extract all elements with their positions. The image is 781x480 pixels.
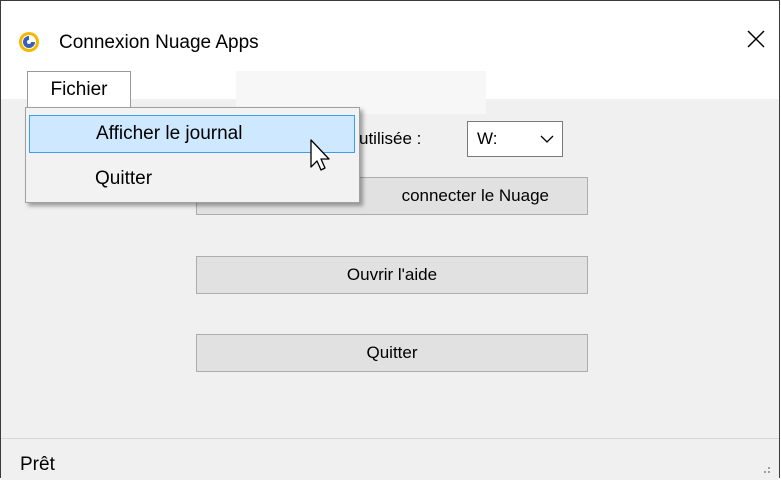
app-window: Connexion Nuage Apps Fichier utilisée : …: [0, 0, 780, 480]
menu-item-afficher-journal[interactable]: Afficher le journal: [29, 115, 355, 153]
quit-label: Quitter: [366, 343, 418, 362]
open-help-label: Ouvrir l'aide: [346, 265, 438, 284]
quit-button[interactable]: Quitter: [196, 334, 588, 372]
status-text: Prêt: [20, 454, 55, 475]
menu-fichier[interactable]: Fichier: [27, 71, 131, 107]
drive-select-value: W:: [477, 129, 498, 148]
mouse-pointer-icon: [310, 139, 330, 171]
close-icon: [747, 30, 765, 48]
menu-item-quitter[interactable]: Quitter: [29, 160, 355, 198]
resize-grip-icon[interactable]: [761, 464, 771, 474]
close-button[interactable]: [733, 19, 779, 59]
chevron-down-icon: [540, 135, 554, 143]
window-title: Connexion Nuage Apps: [59, 32, 259, 53]
open-help-button[interactable]: Ouvrir l'aide: [196, 256, 588, 294]
drive-label: utilisée :: [359, 129, 422, 148]
title-bar[interactable]: Connexion Nuage Apps: [1, 1, 779, 59]
drive-select[interactable]: W:: [467, 121, 563, 157]
menu-item-label: Quitter: [95, 168, 153, 189]
connect-cloud-label: connecter le Nuage: [401, 186, 549, 205]
app-logo-icon: [18, 31, 40, 53]
menu-item-label: Afficher le journal: [96, 123, 243, 144]
status-bar: Prêt: [1, 438, 779, 480]
